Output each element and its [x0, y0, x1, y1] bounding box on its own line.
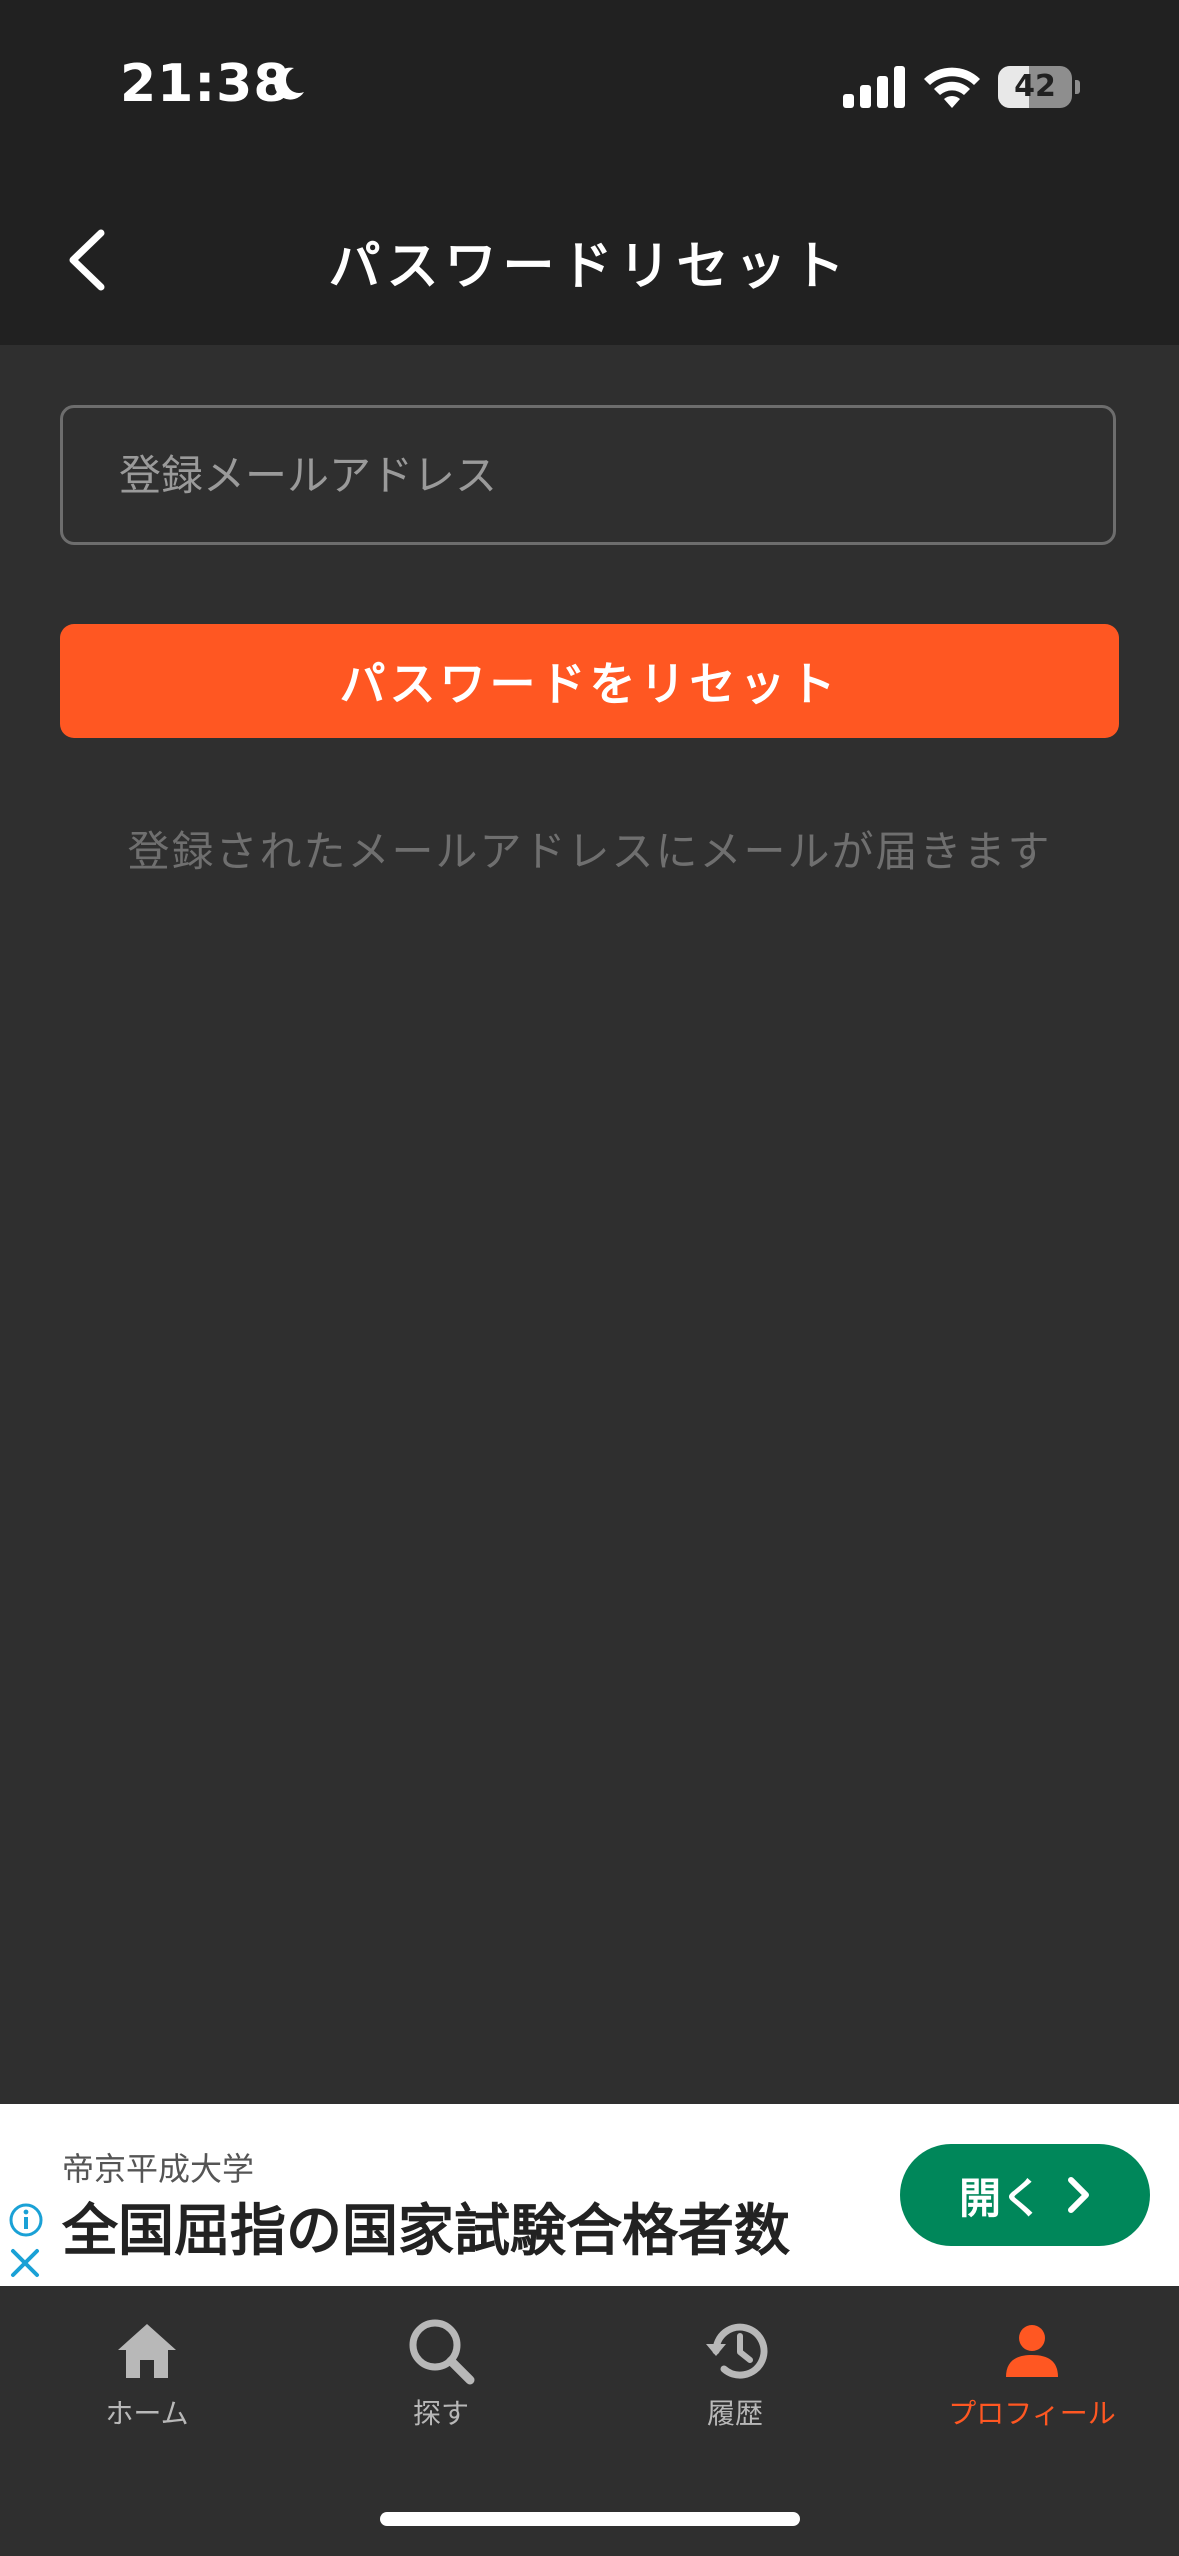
home-icon [112, 2316, 182, 2386]
home-indicator[interactable] [380, 2512, 800, 2526]
chevron-right-icon [1065, 2176, 1091, 2214]
tab-history-label: 履歴 [706, 2397, 763, 2430]
ad-open-label: 開く [958, 2173, 1043, 2223]
tab-search[interactable]: 探す [294, 2316, 588, 2456]
page-title: パスワードリセット [328, 237, 851, 297]
ad-headline[interactable]: 全国屈指の国家試験合格者数 [62, 2186, 790, 2267]
moon-icon [274, 67, 304, 100]
tab-home[interactable]: ホーム [0, 2316, 294, 2456]
status-time: 21:38 [120, 54, 291, 114]
history-icon [700, 2316, 770, 2386]
battery-body: 42 [998, 66, 1072, 108]
battery-percentage: 42 [1014, 69, 1056, 104]
cellular-signal-icon [843, 66, 905, 108]
tab-search-label: 探す [412, 2397, 469, 2430]
tab-profile-label: プロフィール [948, 2397, 1116, 2430]
ad-info-icon[interactable] [8, 2202, 44, 2238]
wifi-icon [924, 67, 980, 108]
battery-indicator: 42 [998, 66, 1080, 110]
battery-tip [1075, 80, 1080, 94]
tab-profile[interactable]: プロフィール [885, 2316, 1179, 2456]
ad-banner[interactable]: 帝京平成大学 全国屈指の国家試験合格者数 開く [0, 2104, 1179, 2286]
reset-password-button[interactable]: パスワードをリセット [60, 624, 1119, 738]
hint-text: 登録されたメールアドレスにメールが届きます [127, 827, 1052, 876]
top-bar: 21:38 42 パスワードリセット [0, 0, 1179, 345]
email-input[interactable] [60, 405, 1116, 545]
ad-close-icon[interactable] [8, 2246, 42, 2280]
tab-history[interactable]: 履歴 [588, 2316, 882, 2456]
password-reset-screen: 21:38 42 パスワードリセット 登録メールアドレス パスワードをリセット … [0, 0, 1179, 2556]
tab-home-label: ホーム [105, 2397, 189, 2430]
ad-advertiser: 帝京平成大学 [62, 2150, 255, 2188]
search-icon [406, 2316, 476, 2386]
profile-icon [997, 2316, 1067, 2386]
ad-open-button[interactable]: 開く [900, 2144, 1150, 2246]
